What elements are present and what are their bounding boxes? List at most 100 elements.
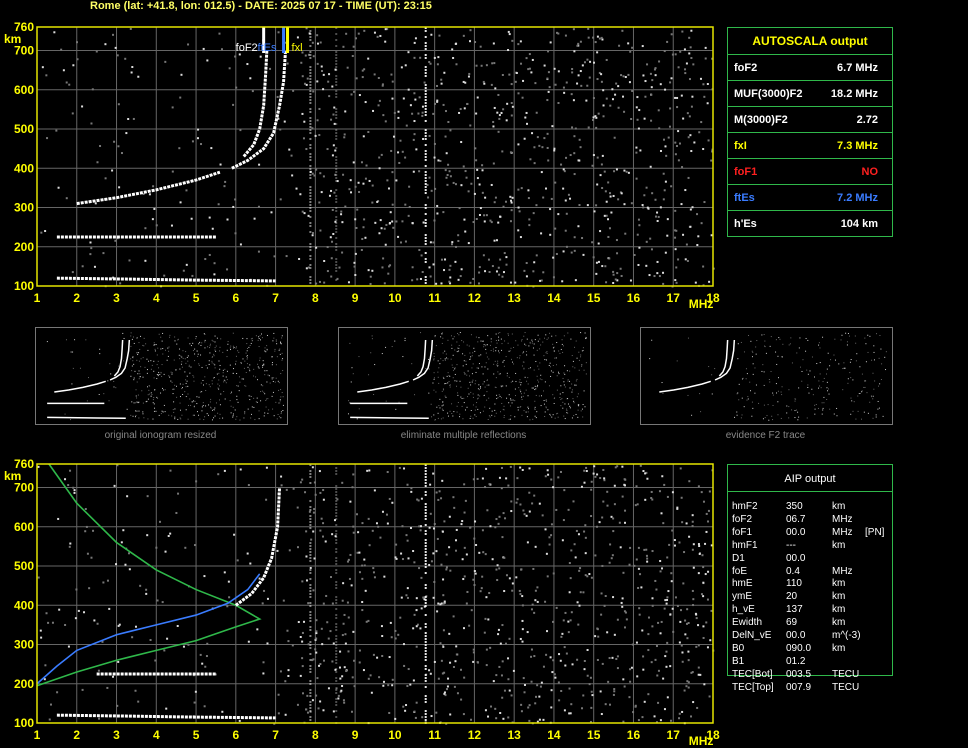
interference-streak bbox=[335, 485, 338, 487]
noise-point bbox=[677, 258, 680, 261]
thumb-noise bbox=[278, 382, 280, 384]
interference-streak bbox=[309, 509, 312, 511]
thumb-noise bbox=[181, 387, 183, 389]
noise-point bbox=[671, 491, 674, 494]
interference-streak bbox=[424, 132, 427, 134]
noise-point bbox=[406, 596, 409, 599]
y-tick-label: 600 bbox=[14, 520, 34, 534]
noise-point bbox=[620, 74, 623, 77]
noise-point bbox=[571, 663, 574, 666]
noise-point bbox=[637, 719, 640, 722]
noise-point bbox=[443, 71, 446, 74]
noise-point bbox=[555, 252, 558, 255]
noise-point bbox=[518, 210, 521, 213]
thumb-noise bbox=[463, 360, 465, 362]
noise-point bbox=[599, 477, 602, 480]
noise-point bbox=[671, 607, 674, 610]
noise-point bbox=[602, 468, 605, 471]
thumb-noise bbox=[248, 395, 250, 397]
thumb-noise bbox=[209, 343, 211, 345]
noise-point bbox=[311, 466, 314, 469]
noise-point bbox=[313, 174, 316, 177]
noise-point bbox=[469, 526, 472, 529]
noise-point bbox=[373, 576, 376, 579]
thumb-noise bbox=[85, 339, 87, 341]
thumb-noise bbox=[676, 360, 678, 362]
noise-point bbox=[494, 707, 497, 710]
noise-point bbox=[305, 555, 308, 558]
noise-point bbox=[306, 694, 309, 697]
interference-streak bbox=[335, 57, 338, 59]
noise-point bbox=[326, 246, 329, 249]
autoscala-row-h-es: h'Es 104 km bbox=[728, 210, 892, 236]
noise-point bbox=[319, 41, 322, 44]
thumb-noise bbox=[768, 419, 770, 421]
noise-point bbox=[576, 601, 579, 604]
noise-point bbox=[591, 694, 594, 697]
thumb-noise bbox=[179, 409, 181, 411]
noise-point bbox=[703, 95, 706, 98]
thumb-noise bbox=[496, 364, 498, 366]
noise-point bbox=[569, 577, 572, 580]
thumb-noise bbox=[786, 405, 788, 407]
thumb-noise bbox=[798, 416, 800, 418]
noise-point bbox=[619, 546, 622, 549]
thumb-noise bbox=[781, 394, 783, 396]
interference-streak bbox=[424, 156, 427, 158]
noise-point bbox=[178, 147, 181, 150]
thumb-noise bbox=[210, 398, 212, 400]
thumb-noise bbox=[776, 392, 778, 394]
thumb-noise bbox=[482, 340, 484, 342]
noise-point bbox=[666, 598, 669, 601]
noise-point bbox=[662, 198, 665, 201]
thumb-noise bbox=[433, 378, 435, 380]
noise-point bbox=[205, 655, 208, 658]
interference-streak bbox=[335, 542, 338, 544]
thumb-noise bbox=[545, 407, 547, 409]
thumb-noise bbox=[206, 413, 208, 415]
noise-point bbox=[702, 500, 705, 503]
noise-point bbox=[577, 159, 580, 162]
noise-point bbox=[689, 208, 692, 211]
noise-point bbox=[622, 678, 625, 681]
noise-point bbox=[208, 253, 211, 256]
thumbnail-multiple-reflections bbox=[338, 327, 591, 425]
noise-point bbox=[622, 571, 625, 574]
thumb-noise bbox=[459, 413, 461, 415]
noise-point bbox=[316, 677, 319, 680]
noise-point bbox=[592, 119, 595, 122]
thumb-noise bbox=[211, 383, 213, 385]
noise-point bbox=[478, 266, 481, 269]
noise-point bbox=[316, 119, 319, 122]
thumb-noise bbox=[202, 405, 204, 407]
noise-point bbox=[41, 66, 44, 69]
thumb-noise bbox=[229, 347, 231, 349]
thumb-noise bbox=[538, 348, 540, 350]
thumb-noise bbox=[495, 412, 497, 414]
noise-point bbox=[445, 152, 448, 155]
noise-point bbox=[577, 225, 580, 228]
thumb-noise bbox=[538, 395, 540, 397]
noise-point bbox=[663, 483, 666, 486]
noise-point bbox=[544, 600, 547, 603]
noise-point bbox=[587, 36, 590, 39]
thumb-noise bbox=[208, 360, 210, 362]
noise-point bbox=[262, 672, 265, 675]
aip-name: foE bbox=[732, 565, 748, 577]
thumb-noise bbox=[476, 398, 478, 400]
noise-point bbox=[483, 214, 486, 217]
noise-point bbox=[197, 128, 200, 131]
thumb-noise bbox=[179, 368, 181, 370]
noise-point bbox=[415, 625, 418, 628]
noise-point bbox=[258, 577, 261, 580]
noise-point bbox=[310, 538, 313, 541]
thumb-noise bbox=[474, 414, 476, 416]
thumb-noise bbox=[865, 343, 867, 345]
interference-streak bbox=[335, 51, 338, 53]
noise-point bbox=[484, 617, 487, 620]
noise-point bbox=[319, 663, 322, 666]
noise-point bbox=[547, 473, 550, 476]
thumb-noise bbox=[222, 351, 224, 353]
noise-point bbox=[388, 497, 391, 500]
thumb-noise bbox=[491, 414, 493, 416]
